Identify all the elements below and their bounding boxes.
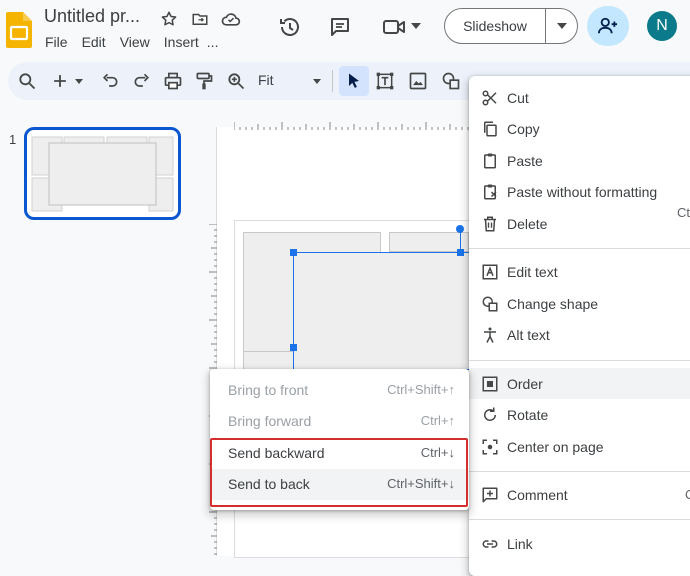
slide-number: 1 (9, 132, 17, 147)
resize-handle[interactable] (290, 344, 297, 351)
text-box-icon[interactable] (375, 71, 395, 91)
zoom-select[interactable]: Fit (258, 72, 274, 88)
history-icon[interactable] (278, 15, 302, 39)
star-icon[interactable] (160, 10, 178, 28)
menu-bar: File Edit View Insert ... (45, 34, 218, 50)
menu-item-link[interactable]: Link (469, 528, 690, 559)
menu-item-rotate[interactable]: Rotate (469, 399, 690, 430)
menu-item-delete[interactable]: Delete (469, 208, 690, 239)
resize-handle[interactable] (290, 249, 297, 256)
accessibility-icon (481, 326, 499, 344)
scissors-icon (481, 89, 499, 107)
resize-handle[interactable] (457, 249, 464, 256)
menu-separator (469, 360, 690, 361)
menu-separator (469, 519, 690, 520)
submenu-item-bring-to-front[interactable]: Bring to front Ctrl+Shift+↑ (210, 375, 469, 406)
menu-item-comment[interactable]: Comment (469, 479, 690, 510)
slideshow-label: Slideshow (463, 18, 527, 34)
menu-item-copy[interactable]: Copy (469, 113, 690, 144)
new-slide-dropdown-icon[interactable] (74, 71, 84, 91)
menu-separator (469, 471, 690, 472)
menu-view[interactable]: View (120, 34, 150, 50)
toolbar-divider (332, 70, 333, 92)
menu-more[interactable]: ... (207, 34, 219, 50)
menu-item-order[interactable]: Order (469, 368, 690, 399)
slideshow-button[interactable]: Slideshow (444, 8, 578, 44)
comment-add-icon (481, 486, 499, 504)
menu-insert[interactable]: Insert (164, 34, 199, 50)
shape-icon[interactable] (441, 71, 461, 91)
slide-thumbnail[interactable] (24, 127, 181, 220)
search-menus-icon[interactable] (17, 71, 37, 91)
redo-icon[interactable] (132, 71, 152, 91)
document-title[interactable]: Untitled pr... (44, 6, 140, 27)
menu-item-cut[interactable]: Cut (469, 82, 690, 113)
center-icon (481, 438, 499, 456)
print-icon[interactable] (163, 71, 183, 91)
highlight-box (210, 438, 468, 507)
text-box-icon (481, 263, 499, 281)
link-icon (481, 535, 499, 553)
clipboard-icon (481, 152, 499, 170)
menu-file[interactable]: File (45, 34, 68, 50)
shapes-icon (481, 295, 499, 313)
menu-edit[interactable]: Edit (82, 34, 106, 50)
select-cursor-icon[interactable] (344, 71, 364, 91)
meet-camera-icon[interactable] (382, 17, 406, 37)
new-slide-plus-icon[interactable] (50, 71, 70, 91)
slideshow-dropdown-icon[interactable] (546, 23, 577, 29)
selected-shape[interactable] (293, 252, 473, 370)
trash-icon (481, 215, 499, 233)
comments-icon[interactable] (328, 15, 352, 39)
menu-item-center-on-page[interactable]: Center on page (469, 431, 690, 462)
menu-item-change-shape[interactable]: Change shape (469, 288, 690, 319)
submenu-item-bring-forward[interactable]: Bring forward Ctrl+↑ (210, 406, 469, 437)
order-icon (481, 375, 499, 393)
undo-icon[interactable] (100, 71, 120, 91)
avatar[interactable]: N (647, 11, 677, 41)
menu-item-alt-text[interactable]: Alt text (469, 319, 690, 350)
meet-dropdown-icon[interactable] (411, 23, 421, 29)
paint-format-icon[interactable] (194, 71, 214, 91)
add-person-icon (598, 17, 618, 34)
rotate-icon (481, 406, 499, 424)
menu-item-edit-text[interactable]: Edit text (469, 256, 690, 287)
cloud-saved-icon[interactable] (221, 10, 241, 28)
insert-image-icon[interactable] (408, 71, 428, 91)
rotate-handle[interactable] (456, 225, 464, 233)
slides-logo-icon[interactable] (6, 12, 32, 48)
menu-item-paste-without-formatting[interactable]: Paste without formatting (469, 176, 690, 207)
comment-shortcut-clipped: C (685, 487, 690, 502)
move-folder-icon[interactable] (191, 10, 209, 28)
clipboard-plain-icon (481, 183, 499, 201)
menu-separator (469, 248, 690, 249)
zoom-icon[interactable] (226, 71, 246, 91)
menu-item-paste[interactable]: Paste (469, 145, 690, 176)
zoom-dropdown-icon[interactable] (312, 71, 322, 91)
share-button[interactable] (587, 6, 629, 46)
copy-icon (481, 120, 499, 138)
placeholder-box[interactable] (243, 351, 295, 371)
